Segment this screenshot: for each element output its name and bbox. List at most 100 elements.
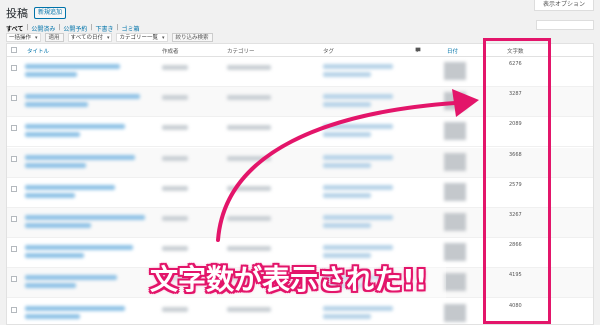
post-date <box>444 62 466 80</box>
post-title-link[interactable] <box>25 184 115 190</box>
post-title-link[interactable] <box>25 154 135 160</box>
bulk-action-select[interactable]: 一括操作 ▾ <box>6 33 41 42</box>
post-tags[interactable] <box>323 245 393 251</box>
column-date[interactable]: 日付 <box>447 47 458 55</box>
post-tags[interactable] <box>323 215 393 220</box>
page-title: 投稿 <box>6 7 28 20</box>
post-tags[interactable] <box>323 192 371 198</box>
post-title-link[interactable] <box>25 305 125 311</box>
column-author: 作成者 <box>162 49 179 55</box>
post-date <box>444 182 466 201</box>
post-date <box>444 273 466 292</box>
row-checkbox[interactable] <box>11 306 17 313</box>
post-author[interactable] <box>162 65 188 70</box>
table-nav: 一括操作 ▾ 適用 すべての日付 ▾ カテゴリー一覧 ▾ 絞り込み検索 <box>6 33 213 42</box>
post-title-link[interactable] <box>25 223 91 228</box>
post-date <box>444 243 466 262</box>
category-filter-select[interactable]: カテゴリー一覧 ▾ <box>116 33 168 42</box>
post-tags[interactable] <box>323 94 393 100</box>
post-title-link[interactable] <box>25 215 145 220</box>
post-categories[interactable] <box>227 155 271 161</box>
post-title-link[interactable] <box>25 94 140 100</box>
post-title-link[interactable] <box>25 253 84 259</box>
post-author[interactable] <box>162 155 188 161</box>
filter-button[interactable]: 絞り込み検索 <box>171 33 213 42</box>
row-checkbox[interactable] <box>11 246 17 253</box>
post-date <box>444 213 466 231</box>
post-title-link[interactable] <box>25 283 76 289</box>
post-tags[interactable] <box>323 162 371 168</box>
select-all-checkbox[interactable] <box>11 47 17 53</box>
row-checkbox[interactable] <box>11 95 17 102</box>
post-tags[interactable] <box>323 313 371 319</box>
add-new-button[interactable]: 新規追加 <box>34 7 67 19</box>
post-categories[interactable] <box>227 246 271 252</box>
post-title-link[interactable] <box>25 132 80 138</box>
post-author[interactable] <box>162 306 188 312</box>
post-date <box>444 92 466 111</box>
post-tags[interactable] <box>323 253 371 259</box>
view-trash[interactable]: ゴミ箱 <box>122 24 140 33</box>
post-title-link[interactable] <box>25 192 75 198</box>
post-tags[interactable] <box>323 223 371 228</box>
post-categories[interactable] <box>227 216 271 221</box>
post-categories[interactable] <box>227 65 271 70</box>
post-author[interactable] <box>162 216 188 221</box>
view-all[interactable]: すべて <box>6 24 23 33</box>
speech-bubble-icon[interactable] <box>415 47 421 55</box>
post-tags[interactable] <box>323 102 371 108</box>
post-author[interactable] <box>162 246 188 252</box>
view-filters: すべて | 公開済み | 公開予約 | 下書き | ゴミ箱 <box>6 24 140 33</box>
post-date <box>444 303 466 322</box>
post-tags[interactable] <box>323 72 371 77</box>
screen-options-tab[interactable]: 表示オプション <box>534 0 594 11</box>
category-filter-value: カテゴリー一覧 <box>119 34 158 41</box>
row-checkbox[interactable] <box>11 276 17 283</box>
word-count-highlight-box <box>483 38 551 324</box>
post-title-link[interactable] <box>25 102 88 108</box>
post-author[interactable] <box>162 95 188 101</box>
search-input[interactable] <box>536 20 594 30</box>
apply-button[interactable]: 適用 <box>44 33 64 42</box>
post-title-link[interactable] <box>25 72 77 77</box>
column-tags: タグ <box>323 49 335 55</box>
post-tags[interactable] <box>323 124 393 130</box>
post-categories[interactable] <box>227 125 271 131</box>
chevron-down-icon: ▾ <box>106 34 110 41</box>
callout-text: 文字数が表示された!! <box>150 263 428 296</box>
row-checkbox[interactable] <box>11 125 17 132</box>
date-filter-value: すべての日付 <box>70 34 103 41</box>
post-tags[interactable] <box>323 64 393 69</box>
row-checkbox[interactable] <box>11 185 17 192</box>
post-author[interactable] <box>162 125 188 131</box>
post-title-link[interactable] <box>25 64 120 69</box>
column-categories: カテゴリー <box>227 49 255 55</box>
date-filter-select[interactable]: すべての日付 ▾ <box>67 33 113 42</box>
column-title[interactable]: タイトル <box>27 47 49 55</box>
post-categories[interactable] <box>227 95 271 101</box>
view-scheduled[interactable]: 公開予約 <box>63 24 87 33</box>
row-checkbox[interactable] <box>11 216 17 222</box>
post-tags[interactable] <box>323 184 393 190</box>
post-date <box>444 122 466 141</box>
post-title-link[interactable] <box>25 162 86 168</box>
post-title-link[interactable] <box>25 245 133 251</box>
post-title-link[interactable] <box>25 313 80 319</box>
row-checkbox[interactable] <box>11 65 17 71</box>
post-date <box>444 152 466 171</box>
post-tags[interactable] <box>323 132 371 138</box>
post-categories[interactable] <box>227 185 271 191</box>
row-checkbox[interactable] <box>11 155 17 162</box>
page-header: 投稿 新規追加 <box>6 5 67 21</box>
post-categories[interactable] <box>227 306 271 312</box>
post-title-link[interactable] <box>25 275 117 281</box>
post-author[interactable] <box>162 185 188 191</box>
post-tags[interactable] <box>323 305 393 311</box>
chevron-down-icon: ▾ <box>161 34 165 41</box>
post-title-link[interactable] <box>25 124 125 130</box>
bulk-action-value: 一括操作 <box>9 34 32 41</box>
post-tags[interactable] <box>323 154 393 160</box>
chevron-down-icon: ▾ <box>35 34 38 41</box>
view-drafts[interactable]: 下書き <box>95 24 113 33</box>
view-published[interactable]: 公開済み <box>31 24 55 33</box>
